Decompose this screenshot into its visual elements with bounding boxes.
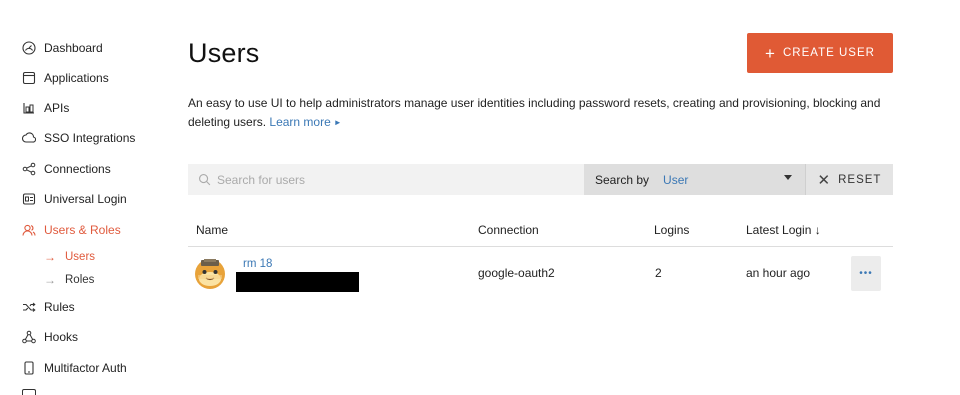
create-user-label: CREATE USER	[782, 47, 875, 59]
sidebar-item-universal-login[interactable]: Universal Login	[22, 188, 127, 210]
sidebar-item-label: Applications	[44, 71, 109, 85]
users-icon	[22, 223, 36, 237]
arrow-right-icon: →	[44, 273, 56, 287]
close-icon: ✕	[817, 171, 832, 189]
reset-label: RESET	[838, 173, 882, 186]
redacted-email	[236, 272, 359, 292]
sidebar-subitem-label: Roles	[65, 274, 95, 286]
sidebar-item-label: Hooks	[44, 330, 79, 344]
sidebar-item-sso-integrations[interactable]: SSO Integrations	[22, 127, 135, 149]
partial-nav-icon	[22, 389, 36, 395]
sidebar-item-label: APIs	[44, 101, 70, 115]
user-name-link[interactable]: rm 18	[243, 258, 272, 270]
sidebar-item-users-roles[interactable]: Users & Roles	[22, 219, 121, 241]
table-header-divider	[188, 246, 893, 247]
cell-logins: 2	[655, 266, 662, 280]
search-icon	[199, 174, 211, 186]
column-header-logins[interactable]: Logins	[654, 223, 689, 237]
sidebar-item-dashboard[interactable]: Dashboard	[22, 37, 103, 59]
page-description: An easy to use UI to help administrators…	[188, 94, 888, 132]
sidebar-subitem-roles[interactable]: → Roles	[44, 272, 94, 288]
sidebar-item-label: Universal Login	[44, 192, 127, 206]
sidebar-subitem-label: Users	[65, 251, 96, 263]
sidebar-item-label: Dashboard	[44, 41, 103, 55]
sidebar-subitem-users[interactable]: → Users	[44, 249, 95, 265]
user-avatar[interactable]	[193, 256, 227, 290]
sidebar-item-label: Connections	[44, 162, 111, 176]
sidebar: Dashboard Applications APIs SSO Integrat…	[0, 0, 160, 395]
rules-icon	[22, 300, 36, 314]
column-header-name[interactable]: Name	[196, 223, 228, 237]
hooks-icon	[22, 330, 36, 344]
more-options-icon: •••	[859, 268, 873, 279]
search-by-value: User	[663, 172, 689, 187]
search-by-select[interactable]: Search by User	[584, 164, 805, 195]
sidebar-item-applications[interactable]: Applications	[22, 67, 109, 89]
sidebar-item-label: SSO Integrations	[44, 131, 136, 145]
sidebar-item-rules[interactable]: Rules	[22, 296, 75, 318]
caret-down-icon	[784, 175, 792, 180]
arrow-right-icon: →	[44, 250, 56, 264]
sidebar-item-hooks[interactable]: Hooks	[22, 326, 78, 348]
sidebar-item-label: Rules	[44, 300, 75, 314]
play-arrow-icon: ►	[333, 118, 342, 127]
search-input[interactable]	[217, 172, 577, 187]
connections-icon	[22, 162, 36, 176]
plus-icon: +	[765, 43, 776, 63]
applications-icon	[22, 71, 36, 85]
row-actions-button[interactable]: •••	[851, 256, 881, 291]
cell-connection: google-oauth2	[478, 266, 555, 280]
sidebar-item-apis[interactable]: APIs	[22, 97, 69, 119]
search-bar	[188, 164, 584, 195]
learn-more-label: Learn more	[269, 115, 331, 129]
page-title: Users	[188, 38, 260, 68]
column-header-connection[interactable]: Connection	[478, 223, 539, 237]
sso-icon	[22, 131, 36, 145]
column-header-latest-login[interactable]: Latest Login ↓	[746, 223, 821, 237]
mfa-icon	[22, 361, 36, 375]
sidebar-item-label: Users & Roles	[44, 223, 121, 237]
sidebar-item-label: Multifactor Auth	[44, 361, 127, 375]
apis-icon	[22, 101, 36, 115]
create-user-button[interactable]: + CREATE USER	[747, 33, 893, 73]
learn-more-link[interactable]: Learn more ►	[269, 115, 341, 129]
sidebar-item-connections[interactable]: Connections	[22, 158, 111, 180]
cell-latest-login: an hour ago	[746, 266, 811, 280]
search-by-label: Search by	[595, 172, 650, 187]
universal-login-icon	[22, 192, 36, 206]
sidebar-item-multifactor-auth[interactable]: Multifactor Auth	[22, 357, 127, 379]
dashboard-icon	[22, 41, 36, 55]
reset-button[interactable]: ✕ RESET	[805, 164, 893, 195]
